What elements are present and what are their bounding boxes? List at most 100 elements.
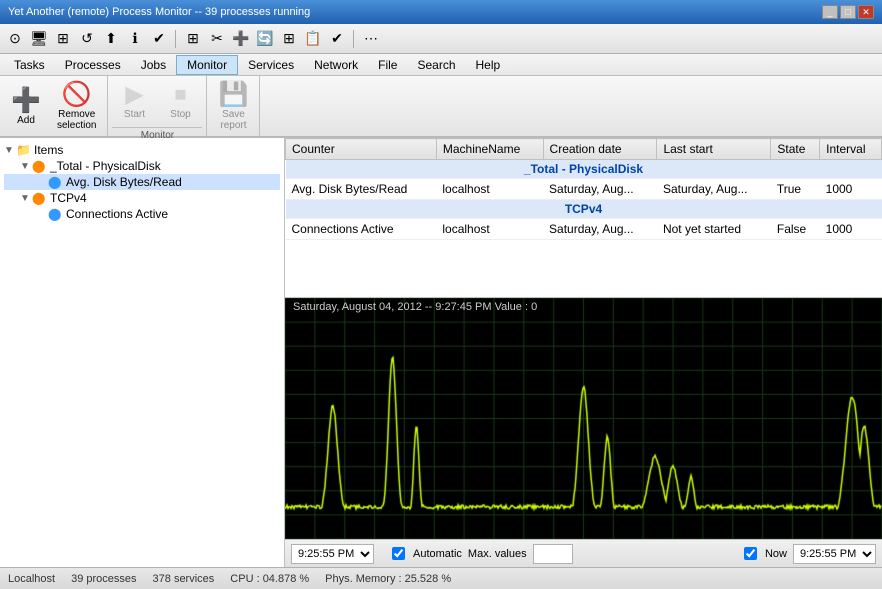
now-checkbox[interactable] — [744, 547, 757, 560]
add-button[interactable]: ➕ Add — [4, 84, 48, 131]
toolbar-icon-14[interactable]: ✔ — [326, 28, 348, 50]
tree-text-avg-disk: Avg. Disk Bytes/Read — [66, 175, 182, 189]
tree-expand-physical-disk[interactable]: ▼ — [20, 161, 32, 172]
end-time-select[interactable]: 9:25:55 PM — [793, 544, 876, 564]
col-counter[interactable]: Counter — [286, 139, 437, 160]
max-values-input[interactable]: 200 — [533, 544, 573, 564]
stop-label: Stop — [170, 109, 191, 120]
cell-machine-2: localhost — [436, 219, 543, 240]
toolbar-icon-10[interactable]: ➕ — [230, 28, 252, 50]
save-label: Savereport — [220, 109, 246, 131]
menu-processes[interactable]: Processes — [55, 56, 131, 74]
tree-item-avg-disk[interactable]: ⬤ Avg. Disk Bytes/Read — [4, 174, 280, 190]
toolbar-section-monitor-process: ➕ Add 🚫 Removeselection Monitor a proces… — [0, 76, 108, 136]
toolbar-icon-7[interactable]: ✔ — [148, 28, 170, 50]
tree-expand-tcpv4[interactable]: ▼ — [20, 193, 32, 204]
tree-item-physical-disk[interactable]: ▼ ⬤ _Total - PhysicalDisk — [4, 158, 280, 174]
table-area[interactable]: Counter MachineName Creation date Last s… — [285, 138, 882, 298]
toolbar-icon-4[interactable]: ↺ — [76, 28, 98, 50]
toolbar-icon-12[interactable]: ⊞ — [278, 28, 300, 50]
cell-counter-2: Connections Active — [286, 219, 437, 240]
now-label: Now — [765, 548, 787, 560]
toolbar-section-report: 💾 Savereport Report — [207, 76, 260, 136]
toolbar-icon-13[interactable]: 📋 — [302, 28, 324, 50]
status-processes: 39 processes — [71, 573, 136, 585]
col-machine[interactable]: MachineName — [436, 139, 543, 160]
title-bar: Yet Another (remote) Process Monitor -- … — [0, 0, 882, 24]
start-icon: ▶ — [125, 83, 143, 107]
toolbar-icon-9[interactable]: ✂ — [206, 28, 228, 50]
start-time-select[interactable]: 9:25:55 PM — [291, 544, 374, 564]
chart-canvas — [285, 298, 882, 539]
tree-icon-blue-2: ⬤ — [48, 207, 64, 221]
menu-help[interactable]: Help — [466, 56, 511, 74]
table-row[interactable]: Connections Active localhost Saturday, A… — [286, 219, 882, 240]
save-icon: 💾 — [219, 83, 249, 107]
title-bar-controls: _ □ ✕ — [822, 5, 874, 19]
section-label-1: _Total - PhysicalDisk — [286, 160, 882, 179]
toolbar-icon-15[interactable]: ⋯ — [360, 28, 382, 50]
title-bar-text: Yet Another (remote) Process Monitor -- … — [8, 6, 310, 18]
automatic-checkbox[interactable] — [392, 547, 405, 560]
chart-timestamp: Saturday, August 04, 2012 -- 9:27:45 PM … — [285, 298, 545, 316]
toolbar-icon-1[interactable]: ⊙ — [4, 28, 26, 50]
minimize-button[interactable]: _ — [822, 5, 838, 19]
toolbar-icon-3[interactable]: ⊞ — [52, 28, 74, 50]
menu-bar: Tasks Processes Jobs Monitor Services Ne… — [0, 54, 882, 76]
tree-item-tcpv4[interactable]: ▼ ⬤ TCPv4 — [4, 190, 280, 206]
stop-button[interactable]: ⏹ Stop — [158, 78, 202, 125]
menu-monitor[interactable]: Monitor — [176, 55, 238, 75]
menu-jobs[interactable]: Jobs — [131, 56, 176, 74]
start-button[interactable]: ▶ Start — [112, 78, 156, 125]
section-label-2: TCPv4 — [286, 200, 882, 219]
status-services: 378 services — [153, 573, 215, 585]
toolbar-icon-2[interactable]: 🖥 — [28, 28, 50, 50]
save-report-button[interactable]: 💾 Savereport — [211, 78, 255, 136]
add-icon: ➕ — [11, 89, 41, 113]
cell-interval-1: 1000 — [820, 179, 882, 200]
tree-item-connections-active[interactable]: ⬤ Connections Active — [4, 206, 280, 222]
cell-interval-2: 1000 — [820, 219, 882, 240]
tree-icon-blue-1: ⬤ — [48, 175, 64, 189]
tree-text-tcpv4: TCPv4 — [50, 191, 87, 205]
col-creation[interactable]: Creation date — [543, 139, 657, 160]
tree-text-physical-disk: _Total - PhysicalDisk — [50, 159, 161, 173]
main-content: ▼ 📁 Items ▼ ⬤ _Total - PhysicalDisk ⬤ Av… — [0, 138, 882, 567]
col-state[interactable]: State — [771, 139, 820, 160]
menu-services[interactable]: Services — [238, 56, 304, 74]
toolbar-icon-8[interactable]: ⊞ — [182, 28, 204, 50]
cell-state-1: True — [771, 179, 820, 200]
table-row[interactable]: Avg. Disk Bytes/Read localhost Saturday,… — [286, 179, 882, 200]
tree-text-connections: Connections Active — [66, 207, 168, 221]
section-header-2: TCPv4 — [286, 200, 882, 219]
col-interval[interactable]: Interval — [820, 139, 882, 160]
tree-expand-root[interactable]: ▼ — [4, 145, 16, 156]
tree-panel: ▼ 📁 Items ▼ ⬤ _Total - PhysicalDisk ⬤ Av… — [0, 138, 285, 567]
tree-body: ▼ 📁 Items ▼ ⬤ _Total - PhysicalDisk ⬤ Av… — [0, 138, 284, 567]
remove-selection-button[interactable]: 🚫 Removeselection — [50, 78, 103, 136]
menu-search[interactable]: Search — [407, 56, 465, 74]
cell-counter-1: Avg. Disk Bytes/Read — [286, 179, 437, 200]
tree-item-root[interactable]: ▼ 📁 Items — [4, 142, 280, 158]
status-host: Localhost — [8, 573, 55, 585]
cell-laststart-1: Saturday, Aug... — [657, 179, 771, 200]
toolbar-icon-5[interactable]: ⬆ — [100, 28, 122, 50]
menu-file[interactable]: File — [368, 56, 407, 74]
maximize-button[interactable]: □ — [840, 5, 856, 19]
remove-label: Removeselection — [57, 109, 96, 131]
menu-network[interactable]: Network — [304, 56, 368, 74]
toolbar-icon-11[interactable]: 🔄 — [254, 28, 276, 50]
tree-icon-orange-1: ⬤ — [32, 159, 48, 173]
max-values-label: Max. values — [468, 548, 527, 560]
status-cpu: CPU : 04.878 % — [230, 573, 309, 585]
col-laststart[interactable]: Last start — [657, 139, 771, 160]
menu-tasks[interactable]: Tasks — [4, 56, 55, 74]
cell-state-2: False — [771, 219, 820, 240]
start-label: Start — [124, 109, 145, 120]
close-button[interactable]: ✕ — [858, 5, 874, 19]
icon-toolbar: ⊙ 🖥 ⊞ ↺ ⬆ ℹ ✔ ⊞ ✂ ➕ 🔄 ⊞ 📋 ✔ ⋯ — [0, 24, 882, 54]
chart-controls: 9:25:55 PM Automatic Max. values 200 Now… — [285, 539, 882, 567]
toolbar-icon-6[interactable]: ℹ — [124, 28, 146, 50]
cell-laststart-2: Not yet started — [657, 219, 771, 240]
right-panel: Counter MachineName Creation date Last s… — [285, 138, 882, 567]
